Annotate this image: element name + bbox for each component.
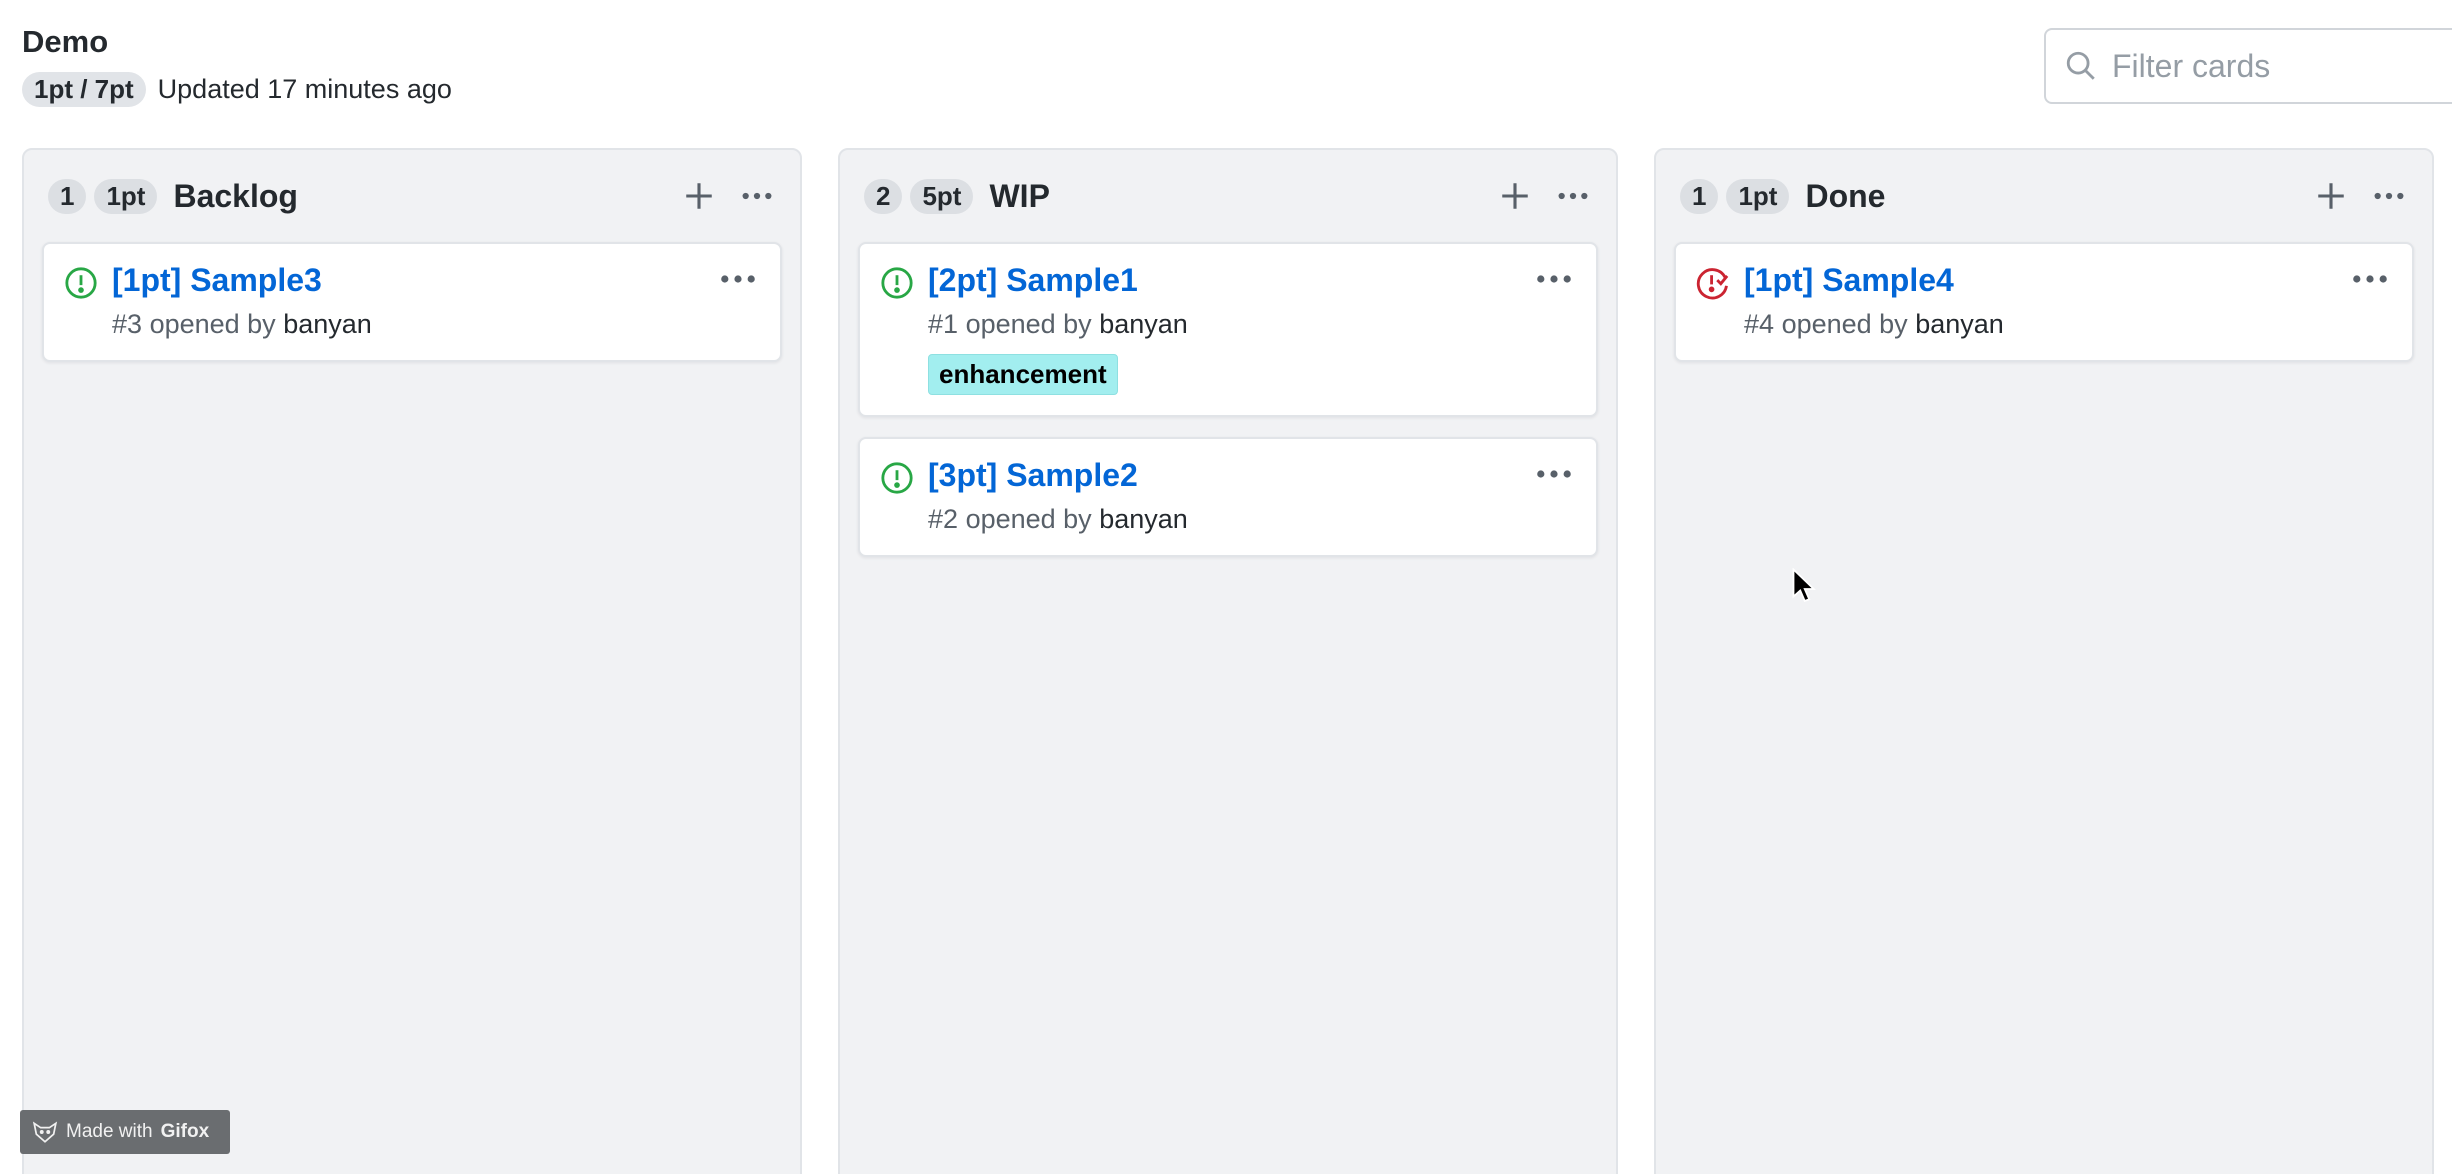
opened-by-text: opened by: [965, 504, 1092, 534]
filter-cards-input[interactable]: [2112, 47, 2452, 85]
kebab-horizontal-icon: [1558, 192, 1588, 200]
issue-card[interactable]: [1pt] Sample4 #4 opened by banyan: [1674, 242, 2414, 362]
issue-closed-icon: [1696, 268, 1729, 300]
card-subtitle: #3 opened by banyan: [112, 309, 762, 340]
card-body: [1pt] Sample3 #3 opened by banyan: [112, 262, 762, 340]
card-title-link[interactable]: [1pt] Sample4: [1744, 262, 1954, 299]
card-menu-button[interactable]: [716, 264, 760, 294]
issue-number: #3: [112, 309, 143, 339]
author-name[interactable]: banyan: [1915, 309, 2004, 339]
mouse-cursor-icon: [1792, 568, 1816, 603]
fox-logo-icon: [32, 1121, 58, 1143]
column-header: 2 5pt WIP: [858, 150, 1598, 242]
column-title: Backlog: [173, 177, 298, 214]
author-name[interactable]: banyan: [283, 309, 372, 339]
column-backlog: 1 1pt Backlog [1pt] Sample3 #3 opened by: [22, 148, 802, 1174]
issue-card[interactable]: [3pt] Sample2 #2 opened by banyan: [858, 437, 1598, 557]
column-done: 1 1pt Done [1pt] Sample4 #4 opened by ba…: [1654, 148, 2434, 1174]
add-card-button[interactable]: [674, 171, 724, 221]
label-enhancement[interactable]: enhancement: [928, 354, 1118, 395]
opened-by-text: opened by: [965, 309, 1092, 339]
project-title: Demo: [22, 24, 109, 59]
card-body: [1pt] Sample4 #4 opened by banyan: [1744, 262, 2394, 340]
card-title-link[interactable]: [3pt] Sample2: [928, 457, 1138, 494]
gifox-watermark: Made with Gifox: [20, 1110, 230, 1154]
points-badge: 1pt: [94, 178, 158, 214]
search-icon: [2066, 51, 2095, 80]
issue-number: #1: [928, 309, 959, 339]
card-subtitle: #2 opened by banyan: [928, 504, 1578, 535]
column-header: 1 1pt Backlog: [42, 150, 782, 242]
card-body: [3pt] Sample2 #2 opened by banyan: [928, 457, 1578, 535]
kebab-horizontal-icon: [2353, 275, 2387, 283]
issue-card[interactable]: [2pt] Sample1 #1 opened by banyan enhanc…: [858, 242, 1598, 417]
watermark-brand: Gifox: [160, 1121, 210, 1142]
points-summary-badge: 1pt / 7pt: [22, 72, 146, 107]
column-title: WIP: [989, 177, 1050, 214]
plus-icon: [1502, 183, 1528, 209]
card-title-link[interactable]: [1pt] Sample3: [112, 262, 322, 299]
opened-by-text: opened by: [1781, 309, 1908, 339]
updated-timestamp: Updated 17 minutes ago: [157, 74, 452, 104]
points-badge: 5pt: [910, 178, 974, 214]
plus-icon: [2318, 183, 2344, 209]
issue-opened-icon: [65, 267, 97, 299]
card-subtitle: #1 opened by banyan: [928, 309, 1578, 340]
card-subtitle: #4 opened by banyan: [1744, 309, 2394, 340]
kebab-horizontal-icon: [1537, 470, 1571, 478]
issue-opened-icon: [881, 462, 913, 494]
issue-opened-icon: [881, 267, 913, 299]
plus-icon: [686, 183, 712, 209]
kebab-horizontal-icon: [721, 275, 755, 283]
board-columns: 1 1pt Backlog [1pt] Sample3 #3 opened by: [22, 148, 2434, 1174]
column-wip: 2 5pt WIP [2pt] Sample1 #1 opened by ban…: [838, 148, 1618, 1174]
column-title: Done: [1805, 177, 1886, 214]
card-body: [2pt] Sample1 #1 opened by banyan enhanc…: [928, 262, 1578, 395]
card-menu-button[interactable]: [1532, 264, 1576, 294]
watermark-prefix: Made with: [66, 1121, 153, 1142]
points-badge: 1pt: [1726, 178, 1790, 214]
kebab-horizontal-icon: [742, 192, 772, 200]
add-card-button[interactable]: [2306, 171, 2356, 221]
author-name[interactable]: banyan: [1099, 309, 1188, 339]
card-count-badge: 2: [864, 178, 903, 214]
author-name[interactable]: banyan: [1099, 504, 1188, 534]
card-menu-button[interactable]: [2348, 264, 2392, 294]
column-menu-button[interactable]: [1548, 171, 1598, 221]
kebab-horizontal-icon: [1537, 275, 1571, 283]
issue-number: #4: [1744, 309, 1775, 339]
column-header: 1 1pt Done: [1674, 150, 2414, 242]
card-count-badge: 1: [1680, 178, 1719, 214]
kebab-horizontal-icon: [2374, 192, 2404, 200]
card-title-link[interactable]: [2pt] Sample1: [928, 262, 1138, 299]
filter-cards-box[interactable]: [2044, 28, 2452, 104]
card-count-badge: 1: [48, 178, 87, 214]
issue-number: #2: [928, 504, 959, 534]
issue-card[interactable]: [1pt] Sample3 #3 opened by banyan: [42, 242, 782, 362]
column-menu-button[interactable]: [732, 171, 782, 221]
column-menu-button[interactable]: [2364, 171, 2414, 221]
opened-by-text: opened by: [149, 309, 276, 339]
project-meta: 1pt / 7pt Updated 17 minutes ago: [22, 72, 452, 107]
project-board-page: Demo 1pt / 7pt Updated 17 minutes ago 1 …: [0, 0, 2452, 1174]
add-card-button[interactable]: [1490, 171, 1540, 221]
card-menu-button[interactable]: [1532, 459, 1576, 489]
